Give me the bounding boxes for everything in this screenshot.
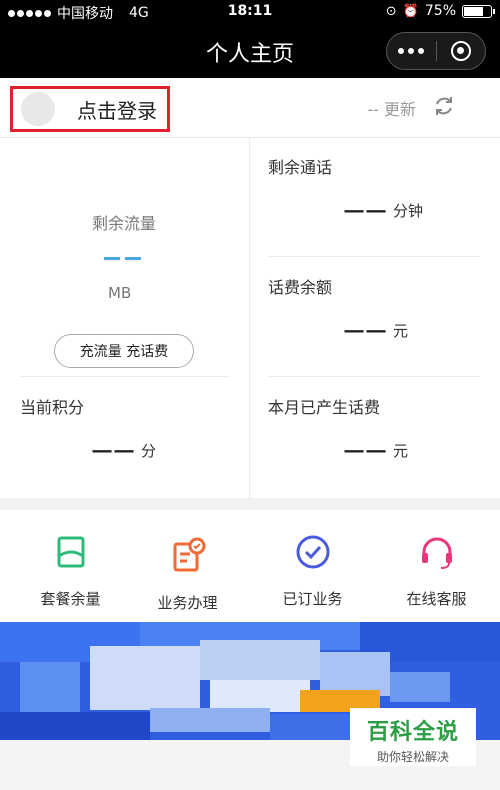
online-support-button[interactable]: 在线客服 <box>374 524 499 609</box>
battery-percent: 75% <box>424 3 456 19</box>
watermark-subtitle: 助你轻松解决 <box>376 750 449 764</box>
points-label: 当前积分 <box>20 398 85 417</box>
subscribed-services-button[interactable]: 已订业务 <box>250 524 375 609</box>
refresh-icon[interactable] <box>432 94 456 118</box>
login-button[interactable]: 点击登录 <box>10 86 170 132</box>
battery-icon <box>462 4 495 18</box>
mini-program-capsule <box>386 32 486 70</box>
balance-value: 一一 <box>344 320 388 344</box>
remaining-minutes-label: 剩余通话 <box>268 158 333 177</box>
monthly-fee-value: 一一 <box>344 440 388 464</box>
remaining-data-unit: MB <box>108 284 132 302</box>
remaining-minutes-unit: 分钟 <box>393 202 424 220</box>
status-bar: 中国移动 4G 18:11 ⊙ ⏰ 75% <box>0 0 500 24</box>
update-status: -- 更新 <box>367 100 416 119</box>
target-icon <box>450 41 471 61</box>
balance-unit: 元 <box>393 322 409 340</box>
navigation-bar: 个人主页 <box>0 24 500 78</box>
remaining-data-label: 剩余流量 <box>92 214 157 233</box>
watermark-title: 百科全说 <box>366 720 459 745</box>
service-shortcuts: 套餐余量 业务办理 已订业务 在线客服 <box>0 510 500 622</box>
service-label: 业务办理 <box>157 594 218 612</box>
package-icon <box>57 536 84 568</box>
monthly-fee-label: 本月已产生话费 <box>268 398 381 417</box>
service-label: 在线客服 <box>406 590 467 608</box>
more-dots-icon <box>398 48 425 54</box>
remaining-minutes-value: 一一 <box>344 200 388 224</box>
avatar <box>21 92 55 126</box>
points-unit: 分 <box>141 442 157 460</box>
service-label: 已订业务 <box>282 590 343 608</box>
package-balance-button[interactable]: 套餐余量 <box>8 524 133 609</box>
rotation-lock-icon: ⊙ <box>385 3 397 19</box>
service-form-icon <box>173 537 205 572</box>
close-mini-program-button[interactable] <box>437 33 486 69</box>
alarm-icon: ⏰ <box>402 3 419 19</box>
monthly-fee-unit: 元 <box>393 442 409 460</box>
service-label: 套餐余量 <box>40 590 101 608</box>
headset-icon <box>421 537 452 569</box>
remaining-data-value <box>104 248 142 268</box>
login-row: 点击登录 -- 更新 <box>0 78 500 138</box>
balance-label: 话费余额 <box>268 278 333 297</box>
login-label: 点击登录 <box>77 98 157 123</box>
business-handling-button[interactable]: 业务办理 <box>125 528 250 613</box>
watermark-logo: 百科全说 助你轻松解决 <box>350 708 476 766</box>
check-circle-icon <box>296 535 329 569</box>
account-stats-panel: 剩余流量 MB 充流量 充话费 当前积分 一一 分 剩余通话 一一 分钟 话费余… <box>0 138 500 498</box>
more-button[interactable] <box>387 33 436 69</box>
recharge-button[interactable]: 充流量 充话费 <box>54 334 194 368</box>
points-value: 一一 <box>92 440 136 464</box>
